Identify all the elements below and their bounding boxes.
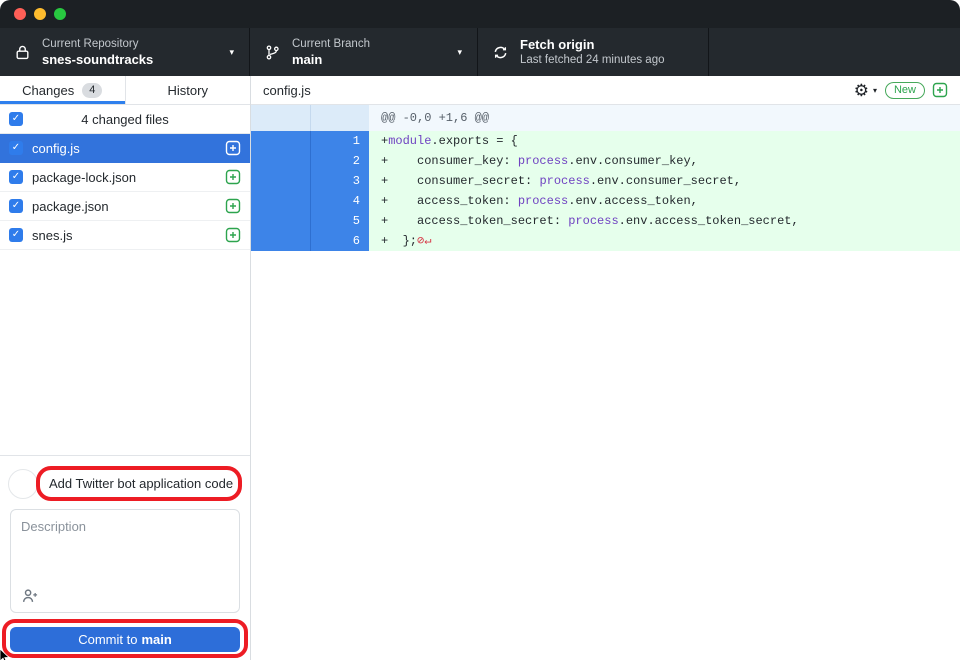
avatar: [8, 469, 38, 499]
new-line-number: 6: [310, 231, 369, 251]
hunk-header-row: @@ -0,0 +1,6 @@: [251, 105, 960, 131]
hunk-gutter-new: [310, 105, 369, 131]
tab-changes-label: Changes: [22, 83, 74, 98]
commit-button[interactable]: Commit to main: [10, 627, 240, 652]
app-window: Current Repository snes-soundtracks ▾ Cu…: [0, 0, 960, 660]
file-row[interactable]: ✓ package-lock.json: [0, 163, 250, 192]
old-line-number: [251, 151, 310, 171]
new-line-number: 3: [310, 171, 369, 191]
fetch-subtitle: Last fetched 24 minutes ago: [520, 53, 665, 68]
file-row[interactable]: ✓ snes.js: [0, 221, 250, 250]
diff-added-line[interactable]: 3 + consumer_secret: process.env.consume…: [251, 171, 960, 191]
tab-changes[interactable]: Changes 4: [0, 76, 126, 104]
repository-label: Current Repository: [42, 37, 153, 52]
diff-added-line[interactable]: 5 + access_token_secret: process.env.acc…: [251, 211, 960, 231]
current-repository-dropdown[interactable]: Current Repository snes-soundtracks ▾: [0, 28, 250, 76]
fetch-origin-button[interactable]: Fetch origin Last fetched 24 minutes ago: [478, 28, 709, 76]
tab-history-label: History: [168, 83, 208, 98]
fetch-title: Fetch origin: [520, 37, 665, 53]
diff-file-name: config.js: [263, 83, 854, 98]
commit-summary-input[interactable]: Add Twitter bot application code: [40, 476, 233, 491]
diff-lines: 1 +module.exports = { 2 + consumer_key: …: [251, 131, 960, 251]
branch-label: Current Branch: [292, 37, 370, 52]
lock-icon: [14, 44, 31, 61]
sync-icon: [492, 44, 509, 61]
old-line-number: [251, 131, 310, 151]
old-line-number: [251, 171, 310, 191]
code-text: + consumer_key: process.env.consumer_key…: [369, 151, 960, 171]
file-name: package-lock.json: [32, 170, 225, 185]
changes-count-badge: 4: [82, 83, 102, 98]
mouse-cursor: [0, 648, 11, 660]
changed-files-count: 4 changed files: [81, 112, 168, 127]
diff-added-line[interactable]: 1 +module.exports = {: [251, 131, 960, 151]
minimize-window-button[interactable]: [34, 8, 46, 20]
new-line-number: 4: [310, 191, 369, 211]
chevron-down-icon[interactable]: ▾: [873, 86, 877, 95]
hunk-gutter-old: [251, 105, 310, 131]
ignore-file-icon[interactable]: [225, 227, 241, 243]
code-text: + };⊘↵: [369, 231, 960, 251]
file-status-badge: New: [885, 82, 925, 99]
hunk-header-text: @@ -0,0 +1,6 @@: [369, 105, 960, 131]
commit-area: Add Twitter bot application code Descrip…: [0, 455, 250, 660]
new-line-number: 1: [310, 131, 369, 151]
sidebar-tabs: Changes 4 History: [0, 76, 250, 105]
old-line-number: [251, 211, 310, 231]
diff-file-header: config.js ⚙ ▾ New: [251, 76, 960, 105]
file-checkbox[interactable]: ✓: [9, 228, 23, 242]
new-line-number: 5: [310, 211, 369, 231]
sidebar: Changes 4 History ✓ 4 changed files ✓ co…: [0, 76, 250, 660]
diff-panel: config.js ⚙ ▾ New @@ -0,0 +1,6 @@: [250, 76, 960, 660]
close-window-button[interactable]: [14, 8, 26, 20]
branch-name: main: [292, 52, 370, 68]
code-text: +module.exports = {: [369, 131, 960, 151]
description-placeholder: Description: [21, 519, 86, 534]
toolbar: Current Repository snes-soundtracks ▾ Cu…: [0, 28, 960, 76]
old-line-number: [251, 231, 310, 251]
chevron-down-icon: ▾: [457, 47, 462, 58]
file-name: package.json: [32, 199, 225, 214]
ignore-file-icon[interactable]: [225, 169, 241, 185]
file-row[interactable]: ✓ config.js: [0, 134, 250, 163]
file-checkbox[interactable]: ✓: [9, 170, 23, 184]
tutorial-highlight-summary: Add Twitter bot application code: [36, 466, 242, 501]
commit-description-field[interactable]: Description: [10, 509, 240, 613]
commit-button-prefix: Commit to: [78, 632, 137, 647]
new-line-number: 2: [310, 151, 369, 171]
file-checkbox[interactable]: ✓: [9, 141, 23, 155]
code-text: + access_token_secret: process.env.acces…: [369, 211, 960, 231]
file-row[interactable]: ✓ package.json: [0, 192, 250, 221]
gear-icon[interactable]: ⚙: [854, 82, 869, 99]
git-branch-icon: [264, 44, 281, 61]
diff-view: @@ -0,0 +1,6 @@ 1 +module.exports = { 2 …: [251, 105, 960, 251]
add-coauthor-icon[interactable]: [21, 587, 39, 605]
tab-history[interactable]: History: [126, 76, 251, 104]
select-all-checkbox[interactable]: ✓: [9, 112, 23, 126]
diff-added-line[interactable]: 6 + };⊘↵: [251, 231, 960, 251]
ignore-file-icon[interactable]: [225, 140, 241, 156]
commit-button-branch: main: [141, 632, 171, 647]
expand-diff-icon[interactable]: [932, 82, 948, 98]
changed-files-header: ✓ 4 changed files: [0, 105, 250, 134]
diff-added-line[interactable]: 2 + consumer_key: process.env.consumer_k…: [251, 151, 960, 171]
file-checkbox[interactable]: ✓: [9, 199, 23, 213]
file-list: ✓ config.js ✓ package-lock.json ✓ packag…: [0, 134, 250, 250]
file-name: config.js: [32, 141, 225, 156]
chevron-down-icon: ▾: [229, 47, 234, 58]
current-branch-dropdown[interactable]: Current Branch main ▾: [250, 28, 478, 76]
diff-added-line[interactable]: 4 + access_token: process.env.access_tok…: [251, 191, 960, 211]
titlebar: [0, 0, 960, 28]
file-name: snes.js: [32, 228, 225, 243]
zoom-window-button[interactable]: [54, 8, 66, 20]
ignore-file-icon[interactable]: [225, 198, 241, 214]
repository-name: snes-soundtracks: [42, 52, 153, 68]
old-line-number: [251, 191, 310, 211]
code-text: + access_token: process.env.access_token…: [369, 191, 960, 211]
code-text: + consumer_secret: process.env.consumer_…: [369, 171, 960, 191]
